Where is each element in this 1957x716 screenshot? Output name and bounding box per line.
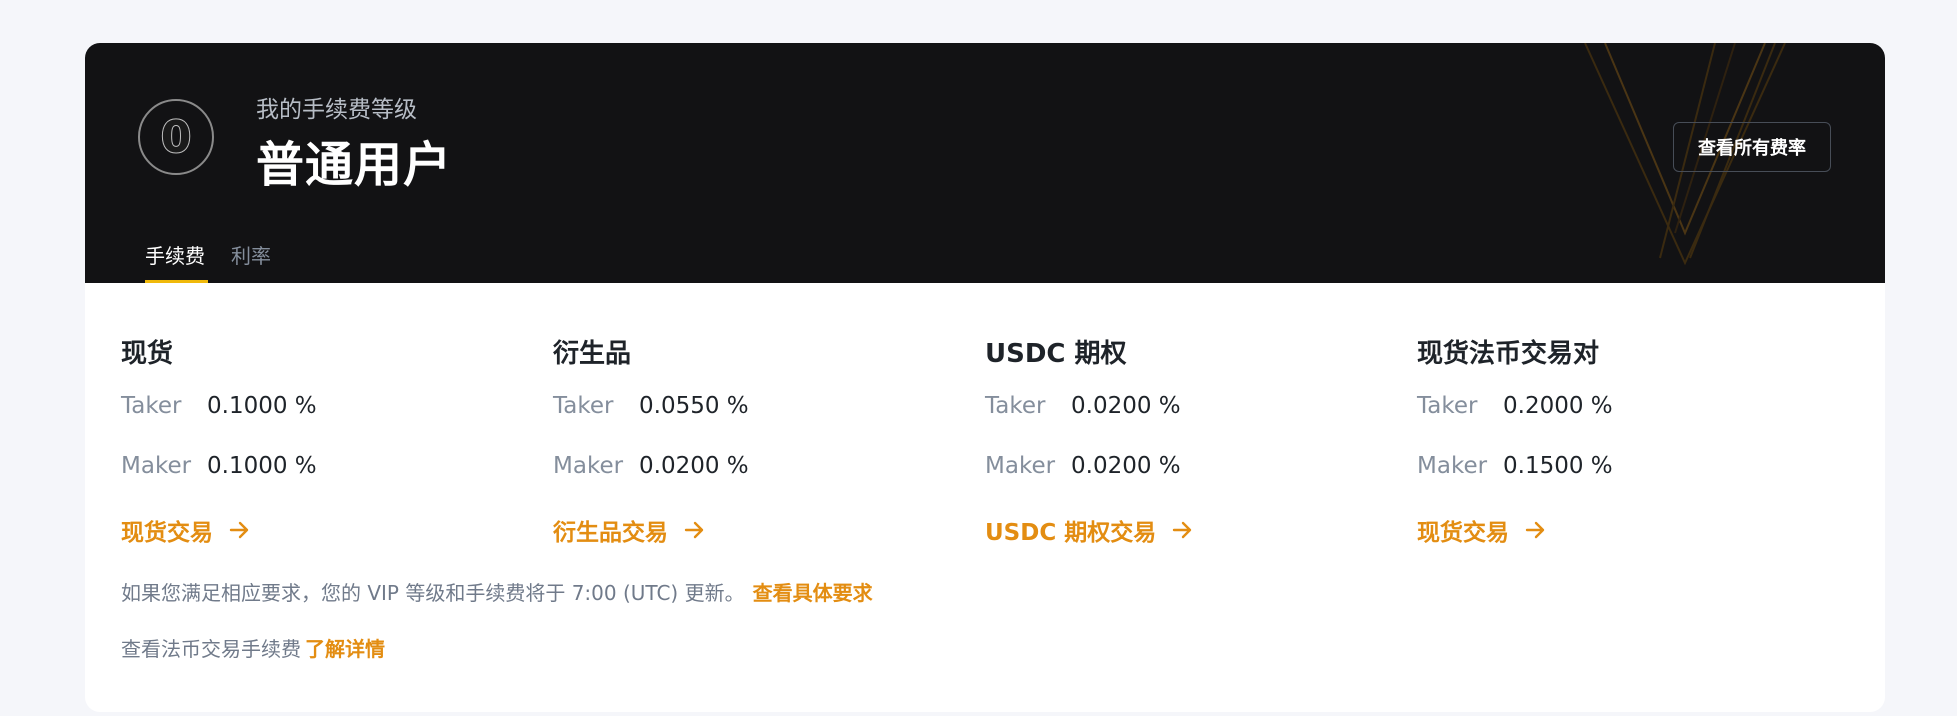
spot-trade-link[interactable]: 现货交易 (121, 513, 251, 547)
level-digit: 0 (160, 111, 193, 164)
maker-label: Maker (1417, 453, 1488, 479)
active-tab-indicator (145, 280, 208, 283)
tab-interest-rate[interactable]: 利率 (231, 240, 271, 283)
derivatives-trade-link[interactable]: 衍生品交易 (553, 513, 706, 547)
trade-link-label: 现货交易 (121, 520, 213, 546)
trade-link-label: USDC 期权交易 (985, 520, 1157, 546)
maker-label: Maker (121, 453, 192, 479)
level-badge-icon: 0 (138, 99, 214, 175)
fee-column-title: 现货法币交易对 (1417, 339, 1600, 369)
fee-level-subtitle: 我的手续费等级 (256, 97, 417, 123)
taker-label: Taker (121, 393, 182, 419)
maker-label: Maker (553, 453, 624, 479)
taker-label: Taker (985, 393, 1046, 419)
learn-more-link[interactable]: 了解详情 (305, 637, 385, 661)
arrow-right-icon (684, 521, 704, 539)
taker-label: Taker (553, 393, 614, 419)
arrow-right-icon (1525, 521, 1545, 539)
maker-fee-value: 0.0200 % (1071, 453, 1181, 479)
trade-link-label: 衍生品交易 (553, 520, 668, 546)
taker-fee-value: 0.0550 % (639, 393, 749, 419)
fiat-fee-note: 查看法币交易手续费 了解详情 (121, 633, 385, 662)
maker-fee-value: 0.0200 % (639, 453, 749, 479)
fiat-fee-text: 查看法币交易手续费 (121, 637, 301, 661)
user-level-title: 普通用户 (256, 137, 453, 193)
view-requirements-link[interactable]: 查看具体要求 (753, 581, 873, 605)
usdc-options-trade-link[interactable]: USDC 期权交易 (985, 513, 1194, 547)
spot-fiat-trade-link[interactable]: 现货交易 (1417, 513, 1547, 547)
fee-column-title: USDC 期权 (985, 339, 1127, 369)
arrow-right-icon (1173, 521, 1192, 539)
fee-level-header: 0 我的手续费等级 普通用户 查看所有费率 手续费 利率 (85, 43, 1885, 283)
trade-link-label: 现货交易 (1417, 520, 1509, 546)
taker-fee-value: 0.1000 % (207, 393, 317, 419)
vip-update-text: 如果您满足相应要求，您的 VIP 等级和手续费将于 7:00 (UTC) 更新。 (121, 581, 745, 605)
maker-label: Maker (985, 453, 1056, 479)
tab-fees[interactable]: 手续费 (145, 240, 205, 283)
fee-level-card: 0 我的手续费等级 普通用户 查看所有费率 手续费 利率 现货 Taker 0.… (85, 43, 1885, 712)
taker-fee-value: 0.2000 % (1503, 393, 1613, 419)
vip-update-note: 如果您满足相应要求，您的 VIP 等级和手续费将于 7:00 (UTC) 更新。… (121, 577, 873, 606)
view-all-rates-button[interactable]: 查看所有费率 (1673, 122, 1831, 172)
taker-label: Taker (1417, 393, 1478, 419)
fee-column-title: 衍生品 (553, 339, 632, 369)
maker-fee-value: 0.1000 % (207, 453, 317, 479)
arrow-right-icon (229, 521, 249, 539)
taker-fee-value: 0.0200 % (1071, 393, 1181, 419)
maker-fee-value: 0.1500 % (1503, 453, 1613, 479)
fee-column-title: 现货 (121, 339, 174, 369)
